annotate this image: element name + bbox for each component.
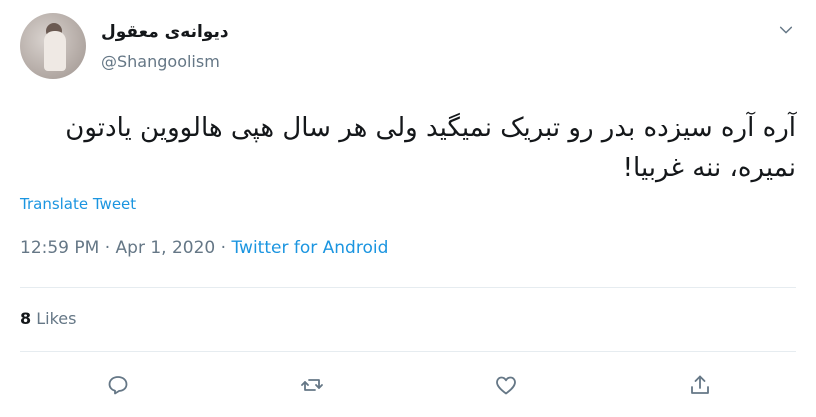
likes-label: Likes [36, 309, 77, 328]
like-button[interactable] [493, 372, 519, 398]
author-handle[interactable]: @Shangoolism [101, 52, 220, 71]
more-options-button[interactable] [776, 20, 796, 40]
divider [20, 351, 796, 352]
tweet-card: دیوانه‌ی معقول @Shangoolism آره آره سیزد… [0, 0, 816, 417]
meta-separator: · [220, 238, 227, 258]
heart-icon [496, 376, 516, 395]
tweet-source-link[interactable]: Twitter for Android [231, 238, 388, 258]
likes-count: 8 [20, 309, 32, 328]
retweet-icon [301, 379, 323, 391]
likes-count-link[interactable]: 8 Likes [20, 309, 76, 328]
author-avatar[interactable] [20, 13, 86, 79]
reply-icon [108, 376, 128, 395]
tweet-date[interactable]: Apr 1, 2020 [116, 238, 216, 258]
author-display-name[interactable]: دیوانه‌ی معقول [101, 22, 229, 42]
tweet-time[interactable]: 12:59 PM [20, 238, 99, 258]
avatar-photo-figure [44, 31, 66, 71]
chevron-down-icon [779, 26, 793, 34]
meta-separator: · [104, 238, 111, 258]
share-button[interactable] [687, 372, 713, 398]
divider [20, 287, 796, 288]
share-icon [691, 375, 709, 394]
retweet-button[interactable] [299, 372, 325, 398]
reply-button[interactable] [105, 372, 131, 398]
tweet-meta: 12:59 PM · Apr 1, 2020 · Twitter for And… [20, 238, 388, 258]
translate-tweet-link[interactable]: Translate Tweet [20, 195, 136, 213]
tweet-text: آره آره سیزده بدر رو تبریک نمیگید ولی هر… [65, 113, 796, 183]
